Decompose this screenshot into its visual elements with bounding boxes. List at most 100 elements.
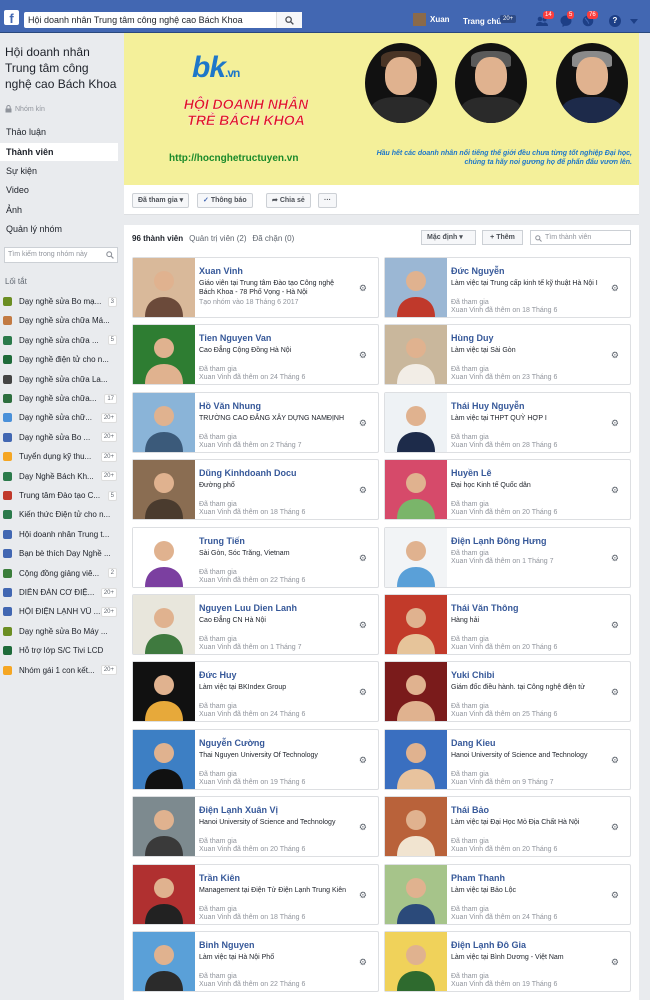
member-name[interactable]: Điện Lạnh Đông Hưng (451, 536, 547, 546)
gear-icon[interactable]: ⚙ (611, 418, 619, 429)
shortcut-item[interactable]: Dạy nghề sửa Bo Máy ... (3, 622, 117, 641)
gear-icon[interactable]: ⚙ (359, 822, 367, 833)
search-box[interactable]: Hội doanh nhân Trung tâm công nghệ cao B… (24, 12, 302, 28)
member-photo[interactable] (385, 392, 447, 452)
gear-icon[interactable]: ⚙ (611, 620, 619, 631)
nav-videos[interactable]: Video (0, 181, 118, 199)
gear-icon[interactable]: ⚙ (611, 283, 619, 294)
shortcut-item[interactable]: Dạy nghề sửa chữa ... 5 (3, 331, 117, 350)
member-name[interactable]: Đức Huy (199, 670, 237, 680)
tab-admins[interactable]: Quản trị viên (2) (189, 234, 246, 243)
nav-photos[interactable]: Ảnh (0, 201, 118, 219)
member-name[interactable]: Trung Tiến (199, 536, 245, 546)
joined-button[interactable]: Đã tham gia ▾ (132, 193, 190, 208)
shortcut-item[interactable]: Nhóm gái 1 con kết... 20+ (3, 661, 117, 680)
gear-icon[interactable]: ⚙ (359, 553, 367, 564)
gear-icon[interactable]: ⚙ (359, 755, 367, 766)
gear-icon[interactable]: ⚙ (359, 687, 367, 698)
member-photo[interactable] (133, 527, 195, 587)
member-name[interactable]: Thái Huy Nguyễn (451, 401, 525, 411)
sort-dropdown[interactable]: Mặc định ▾ (421, 230, 476, 245)
shortcut-item[interactable]: Dạy nghề sửa Bo mạ... 3 (3, 292, 117, 311)
member-name[interactable]: Điện Lạnh Đô Gia (451, 940, 526, 950)
member-photo[interactable] (385, 864, 447, 924)
member-name[interactable]: Đức Nguyễn (451, 266, 505, 276)
member-name[interactable]: Binh Nguyen (199, 940, 255, 950)
notifications-button[interactable]: ✓ Thông báo (197, 193, 253, 208)
member-photo[interactable] (133, 662, 195, 722)
member-name[interactable]: Tien Nguyen Van (199, 333, 271, 343)
shortcut-item[interactable]: Dạy nghề sửa Bo ... 20+ (3, 428, 117, 447)
member-photo[interactable] (133, 595, 195, 654)
shortcut-item[interactable]: Hội doanh nhân Trung t... (3, 525, 117, 544)
gear-icon[interactable]: ⚙ (611, 890, 619, 901)
shortcut-item[interactable]: Dạy nghề sửa chữa Má... (3, 311, 117, 330)
member-name[interactable]: Hùng Duy (451, 333, 494, 343)
member-photo[interactable] (133, 729, 195, 789)
help-icon[interactable]: ? (609, 15, 621, 27)
shortcut-item[interactable]: Bạn bè thích Dạy Nghề ... (3, 544, 117, 563)
shortcut-item[interactable]: Dạy nghề sửa chữa... 17 (3, 389, 117, 408)
shortcut-item[interactable]: Trung tâm Đào tạo C... 5 (3, 486, 117, 505)
gear-icon[interactable]: ⚙ (611, 687, 619, 698)
member-photo[interactable] (385, 258, 447, 317)
nav-events[interactable]: Sự kiện (0, 162, 118, 180)
gear-icon[interactable]: ⚙ (611, 553, 619, 564)
member-name[interactable]: Xuan Vinh (199, 266, 243, 276)
nav-members[interactable]: Thành viên (0, 143, 118, 161)
gear-icon[interactable]: ⚙ (611, 957, 619, 968)
shortcut-item[interactable]: DIỄN ĐÀN CƠ ĐIỆ... 20+ (3, 583, 117, 602)
shortcut-item[interactable]: Cộng đồng giảng viê... 2 (3, 564, 117, 583)
more-button[interactable]: ··· (318, 193, 337, 208)
gear-icon[interactable]: ⚙ (611, 485, 619, 496)
member-photo[interactable] (385, 932, 447, 991)
gear-icon[interactable]: ⚙ (359, 485, 367, 496)
member-photo[interactable] (133, 325, 195, 385)
home-link[interactable]: Trang chủ (463, 17, 501, 26)
member-photo[interactable] (133, 258, 195, 317)
nav-manage-group[interactable]: Quản lý nhóm (0, 220, 118, 238)
group-title[interactable]: Hội doanh nhân Trung tâm công nghệ cao B… (5, 44, 117, 92)
member-photo[interactable] (133, 932, 195, 991)
gear-icon[interactable]: ⚙ (359, 890, 367, 901)
add-member-button[interactable]: + Thêm (482, 230, 523, 245)
shortcut-item[interactable]: Dạy nghề sửa chữ... 20+ (3, 408, 117, 427)
gear-icon[interactable]: ⚙ (359, 350, 367, 361)
member-photo[interactable] (133, 864, 195, 924)
member-name[interactable]: Huyền Lê (451, 468, 492, 478)
gear-icon[interactable]: ⚙ (359, 283, 367, 294)
search-input[interactable]: Hội doanh nhân Trung tâm công nghệ cao B… (24, 15, 276, 25)
member-name[interactable]: Thái Bảo (451, 805, 489, 815)
search-button[interactable] (276, 12, 302, 28)
member-photo[interactable] (133, 392, 195, 452)
tab-all-members[interactable]: 96 thành viên (132, 234, 183, 243)
shortcut-item[interactable]: Hỗ trợ lớp S/C Tivi LCD (3, 641, 117, 660)
cover-photo[interactable]: bk.vn HỘI DOANH NHÂN TRẺ BÁCH KHOA http:… (124, 33, 639, 185)
gear-icon[interactable]: ⚙ (611, 755, 619, 766)
member-photo[interactable] (385, 460, 447, 520)
shortcut-item[interactable]: Tuyển dụng kỹ thu... 20+ (3, 447, 117, 466)
member-name[interactable]: Dang Kieu (451, 738, 496, 748)
member-name[interactable]: Dũng Kinhdoanh Docu (199, 468, 296, 478)
account-menu-caret-icon[interactable] (630, 19, 638, 24)
member-photo[interactable] (385, 729, 447, 789)
shortcut-item[interactable]: Dạy nghề điện tử cho n... (3, 350, 117, 369)
member-name[interactable]: Nguyễn Cường (199, 738, 265, 748)
member-name[interactable]: Thái Văn Thông (451, 603, 519, 613)
member-name[interactable]: Yuki Chibi (451, 670, 495, 680)
gear-icon[interactable]: ⚙ (359, 957, 367, 968)
member-photo[interactable] (385, 325, 447, 385)
member-name[interactable]: Nguyen Luu Dien Lanh (199, 603, 297, 613)
gear-icon[interactable]: ⚙ (359, 620, 367, 631)
shortcut-item[interactable]: HỘI ĐIỆN LẠNH VŨ ... 20+ (3, 602, 117, 621)
facebook-logo-icon[interactable]: f (4, 10, 19, 25)
member-photo[interactable] (385, 662, 447, 722)
share-button[interactable]: ➦ Chia sẻ (266, 193, 311, 208)
gear-icon[interactable]: ⚙ (611, 822, 619, 833)
member-photo[interactable] (133, 797, 195, 857)
member-name[interactable]: Hồ Văn Nhung (199, 401, 261, 411)
gear-icon[interactable]: ⚙ (611, 350, 619, 361)
member-photo[interactable] (133, 460, 195, 520)
shortcut-item[interactable]: Dạy Nghề Bách Kh... 20+ (3, 467, 117, 486)
member-name[interactable]: Điện Lạnh Xuân Vị (199, 805, 278, 815)
